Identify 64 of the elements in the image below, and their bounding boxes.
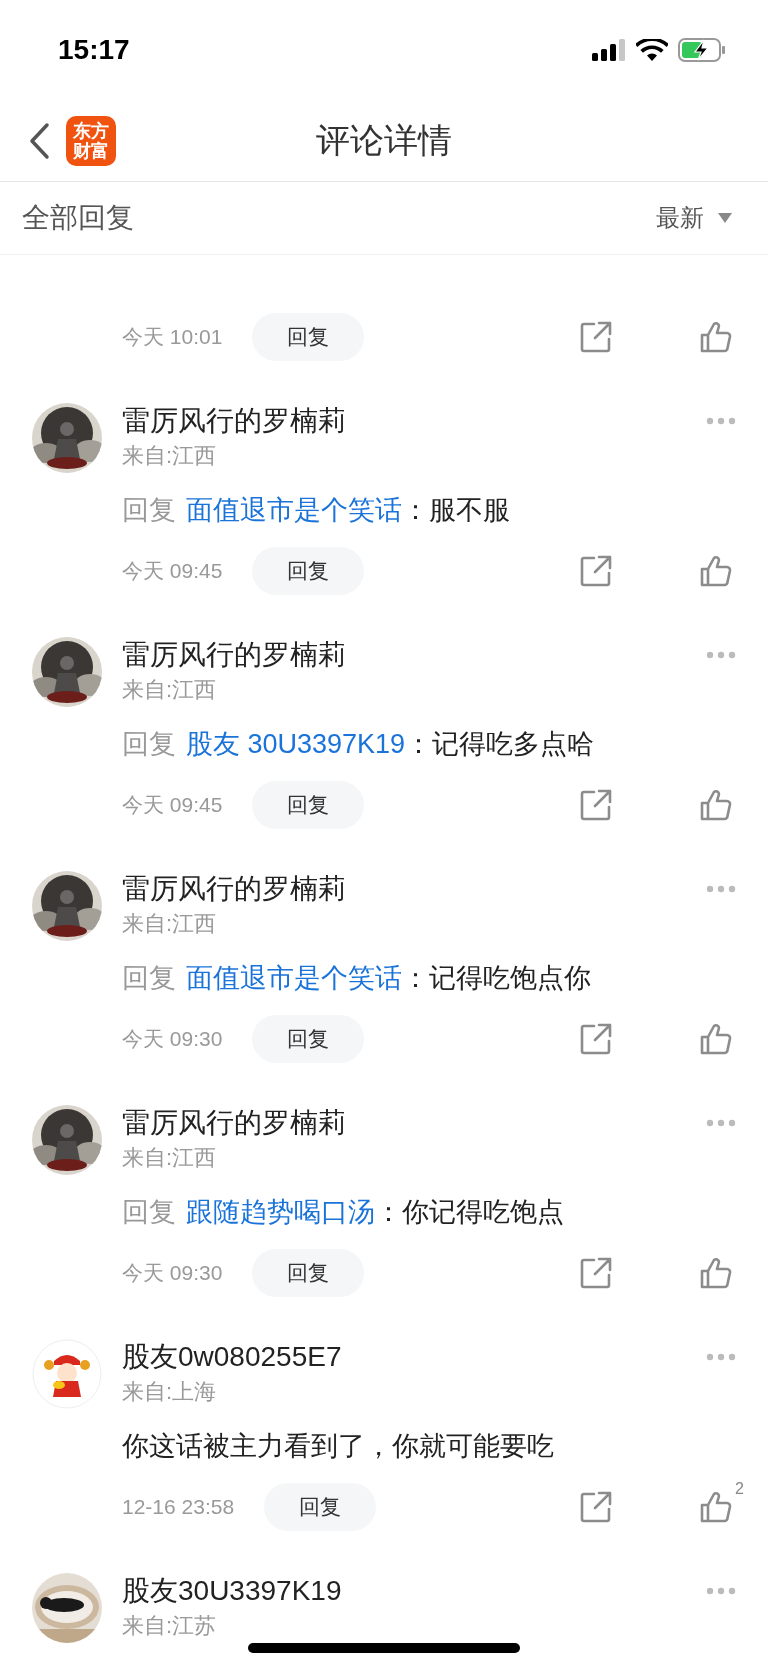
comment-text: 回复 跟随趋势喝口汤：你记得吃饱点 [122,1196,565,1229]
thumbs-up-icon[interactable] [700,1023,732,1055]
comment-text: 回复 面值退市是个笑话：服不服 [122,494,511,527]
logo-text: 东方 [73,120,109,141]
more-icon[interactable] [706,417,736,425]
signal-icon [592,39,626,61]
location-text: 来自:江西 [122,442,218,470]
location-text: 来自:江西 [122,1144,218,1172]
like-count: 2 [735,1479,744,1499]
share-icon[interactable] [580,789,612,821]
section-title: 全部回复 [22,201,134,235]
user-name[interactable]: 雷厉风行的罗楠莉 [122,634,346,676]
more-icon[interactable] [706,885,736,893]
reply-button[interactable]: 回复 [252,547,365,595]
user-name[interactable]: 雷厉风行的罗楠莉 [122,400,346,442]
battery-charging-icon [678,38,726,62]
user-name[interactable]: 雷厉风行的罗楠莉 [122,1102,346,1144]
comment-time: 12-16 23:58 [122,1494,235,1521]
location-text: 来自:上海 [122,1378,218,1406]
location-text: 来自:江西 [122,910,218,938]
user-name[interactable]: 雷厉风行的罗楠莉 [122,868,346,910]
comment-time: 今天 09:30 [122,1260,223,1287]
user-name[interactable]: 股友30U3397K19 [122,1570,342,1612]
comment-time: 今天 09:45 [122,558,223,585]
comment-time: 今天 09:30 [122,1026,223,1053]
thumbs-up-icon[interactable] [700,321,732,353]
more-icon[interactable] [706,1353,736,1361]
comment-text: 你这话被主力看到了，你就可能要吃 [122,1430,555,1463]
share-icon[interactable] [580,321,612,353]
wifi-icon [636,39,668,61]
thumbs-up-icon[interactable] [700,789,732,821]
comment-text: 回复 面值退市是个笑话：记得吃饱点你 [122,962,592,995]
share-icon[interactable] [580,1257,612,1289]
comment-time: 今天 10:01 [122,324,223,351]
thumbs-up-icon[interactable] [700,1491,732,1523]
comment-text: 回复 股友 30U3397K19：记得吃多点哈 [122,728,596,761]
user-link[interactable]: 面值退市是个笑话 [186,963,402,993]
more-icon[interactable] [706,651,736,659]
share-icon[interactable] [580,1491,612,1523]
reply-button[interactable]: 回复 [252,313,365,361]
reply-button[interactable]: 回复 [264,1483,377,1531]
status-time: 15:17 [58,33,130,67]
share-icon[interactable] [580,555,612,587]
reply-button[interactable]: 回复 [252,1249,365,1297]
reply-button[interactable]: 回复 [252,781,365,829]
caret-icon [718,213,732,223]
page-title: 评论详情 [316,120,452,161]
reply-button[interactable]: 回复 [252,1015,365,1063]
thumbs-up-icon[interactable] [700,555,732,587]
user-link[interactable]: 跟随趋势喝口汤 [186,1197,375,1227]
app-logo[interactable]: 东方 财富 [66,115,116,166]
location-text: 来自:江苏 [122,1612,218,1640]
logo-text: 财富 [73,140,109,161]
sort-dropdown[interactable]: 最新 [656,200,732,236]
user-link[interactable]: 面值退市是个笑话 [186,495,402,525]
more-icon[interactable] [706,1587,736,1595]
comment-time: 今天 09:45 [122,792,223,819]
user-link[interactable]: 股友 30U3397K19 [186,729,406,759]
user-name[interactable]: 股友0w080255E7 [122,1336,342,1378]
thumbs-up-icon[interactable] [700,1257,732,1289]
back-icon[interactable] [28,121,50,160]
more-icon[interactable] [706,1119,736,1127]
location-text: 来自:江西 [122,676,218,704]
share-icon[interactable] [580,1023,612,1055]
